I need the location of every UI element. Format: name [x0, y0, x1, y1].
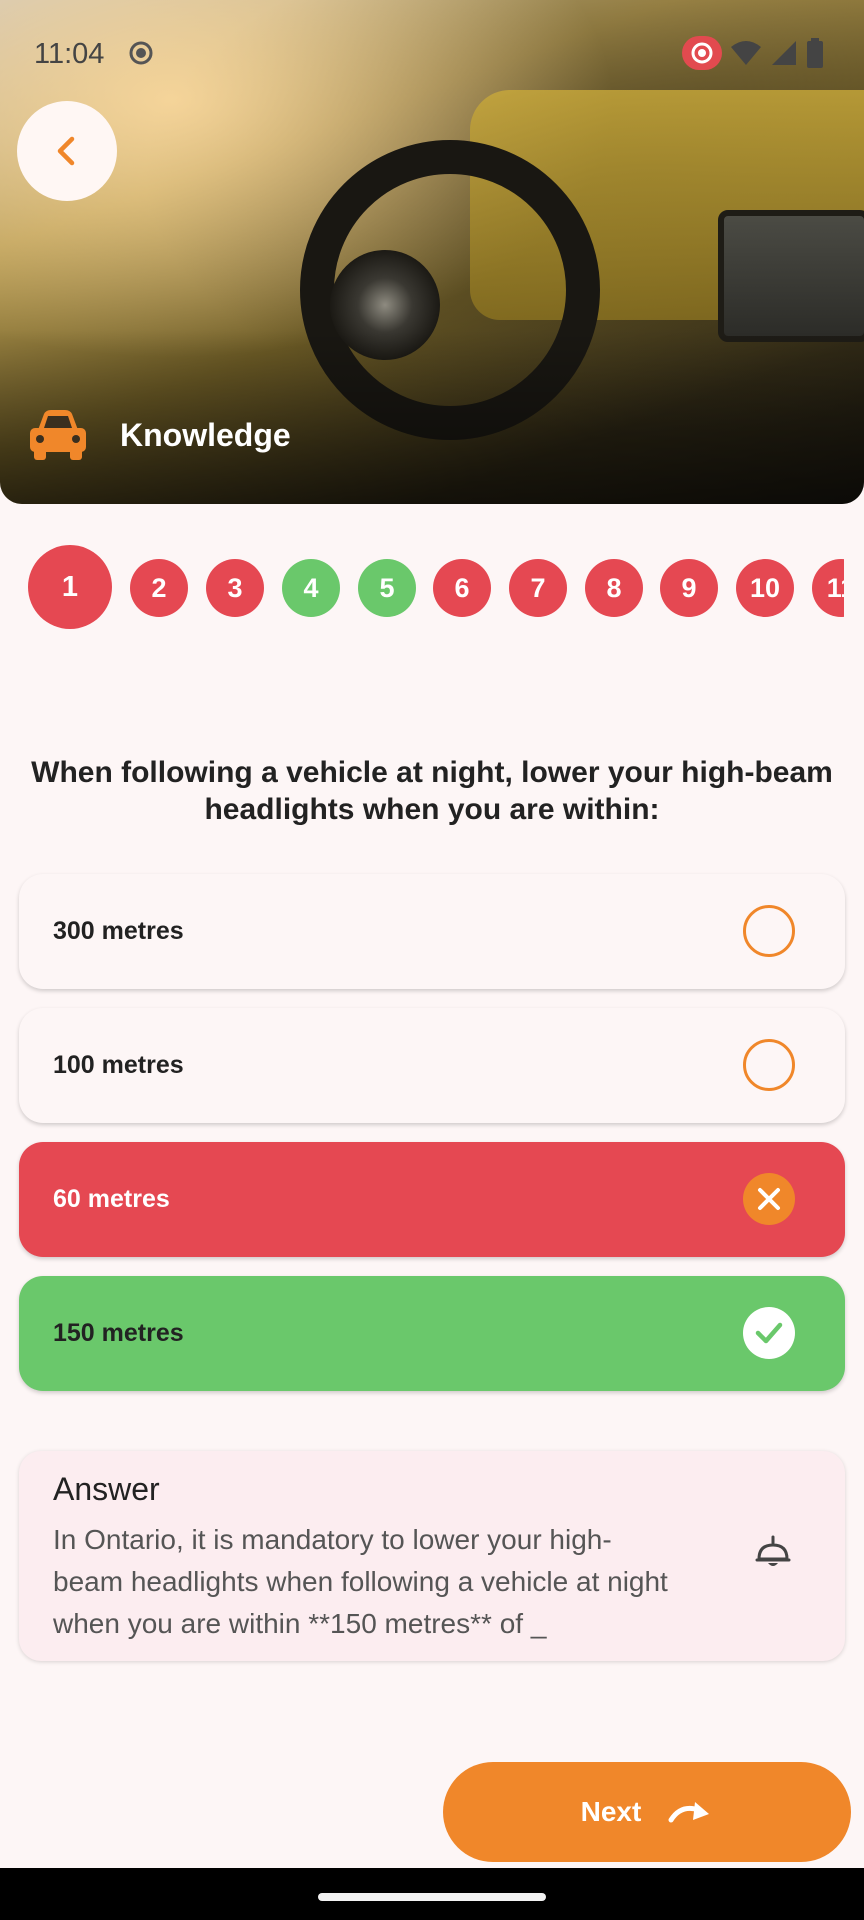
- question-number-11[interactable]: 11: [812, 559, 844, 617]
- next-button-label: Next: [580, 1796, 642, 1827]
- answer-card: Answer In Ontario, it is mandatory to lo…: [19, 1451, 845, 1661]
- hero-infotainment-screen: [718, 210, 864, 342]
- question-number-1[interactable]: 1: [28, 545, 112, 629]
- status-icons: [682, 36, 824, 70]
- check-icon: [743, 1307, 795, 1359]
- chevron-left-icon: [57, 136, 75, 166]
- radio-empty-icon: [743, 905, 795, 957]
- car-icon: [30, 410, 86, 460]
- option-3[interactable]: 60 metres: [19, 1142, 845, 1257]
- question-number-9[interactable]: 9: [660, 559, 718, 617]
- question-number-7[interactable]: 7: [509, 559, 567, 617]
- question-number-2[interactable]: 2: [130, 559, 188, 617]
- battery-icon: [807, 38, 823, 68]
- cast-record-icon: [682, 36, 722, 70]
- radio-empty-icon: [743, 1039, 795, 1091]
- next-button[interactable]: Next: [443, 1762, 851, 1862]
- signal-icon: [772, 41, 796, 65]
- option-1[interactable]: 300 metres: [19, 874, 845, 989]
- question-number-10[interactable]: 10: [736, 559, 794, 617]
- page-title: Knowledge: [120, 416, 291, 453]
- option-label: 150 metres: [53, 1319, 184, 1347]
- option-label: 300 metres: [53, 917, 184, 945]
- status-time: 11:04: [34, 38, 105, 70]
- option-label: 60 metres: [53, 1185, 170, 1213]
- option-label: 100 metres: [53, 1051, 184, 1079]
- question-number-3[interactable]: 3: [206, 559, 264, 617]
- status-bar: 11:04: [0, 0, 864, 106]
- redo-arrow-icon: [668, 1802, 710, 1823]
- hero-title-row: Knowledge: [28, 408, 291, 462]
- back-button[interactable]: [17, 101, 117, 201]
- option-4[interactable]: 150 metres: [19, 1276, 845, 1391]
- option-2[interactable]: 100 metres: [19, 1008, 845, 1123]
- wifi-icon: [731, 41, 761, 65]
- question-number-4[interactable]: 4: [282, 559, 340, 617]
- answer-title: Answer: [53, 1471, 160, 1507]
- answer-explanation: In Ontario, it is mandatory to lower you…: [53, 1524, 668, 1639]
- question-number-8[interactable]: 8: [585, 559, 643, 617]
- question-number-strip[interactable]: 123456789 10 11: [28, 545, 844, 631]
- question-text: When following a vehicle at night, lower…: [31, 756, 833, 826]
- lightbulb-hint-icon[interactable]: [753, 1535, 793, 1575]
- question-number-5[interactable]: 5: [358, 559, 416, 617]
- screen-record-icon: [129, 41, 153, 65]
- question-number-6[interactable]: 6: [433, 559, 491, 617]
- close-icon: [743, 1173, 795, 1225]
- home-gesture-handle[interactable]: [318, 1893, 546, 1901]
